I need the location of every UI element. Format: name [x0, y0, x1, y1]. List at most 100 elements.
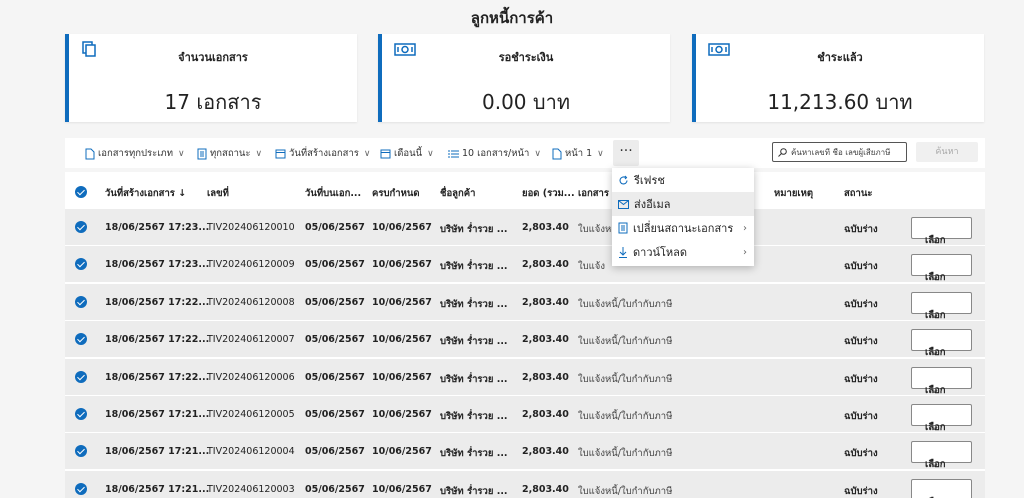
due-date-cell: 10/06/2567	[372, 409, 432, 420]
chevron-down-icon: ∨	[255, 148, 263, 159]
row-checkbox[interactable]	[75, 295, 87, 308]
number-cell: TIV202406120003	[207, 483, 295, 495]
column-header-number[interactable]: เลขที่	[207, 186, 229, 201]
column-header-issue-date[interactable]: วันที่บนเอก...	[305, 186, 361, 201]
status-cell: ฉบับร่าง	[844, 224, 878, 235]
row-checkbox[interactable]	[75, 482, 87, 495]
menu-item-label: รีเฟรช	[634, 174, 665, 187]
amount-cell: 2,803.40	[522, 483, 569, 495]
chevron-down-icon: ∨	[363, 148, 371, 159]
due-date-cell: 10/06/2567	[372, 222, 432, 233]
column-header-note[interactable]: หมายเหตุ	[774, 186, 813, 201]
card-label: จำนวนเอกสาร	[178, 51, 248, 64]
select-action-button[interactable]: เลือก∨	[911, 366, 972, 396]
chevron-down-icon: ∨	[534, 148, 541, 159]
page-title: ลูกหนี้การค้า	[470, 9, 554, 27]
summary-card-paid: ชำระแล้ว 11,213.60 บาท	[692, 34, 984, 122]
column-header-doc[interactable]: เอกสาร	[578, 186, 609, 201]
date-field-label: วันที่สร้างเอกสาร	[289, 148, 359, 159]
select-action-button[interactable]: เลือก∨	[911, 217, 972, 246]
more-options-button[interactable]: ···	[613, 140, 639, 166]
table-row[interactable]: 18/06/2567 17:22... TIV202406120007 05/06/…	[65, 320, 985, 358]
table-row[interactable]: 18/06/2567 17:22... TIV202406120006 05/06/…	[65, 357, 985, 396]
menu-item-download[interactable]: ดาวน์โหลด ›	[612, 240, 754, 264]
number-cell: TIV202406120006	[207, 371, 295, 383]
amount-cell: 2,803.40	[522, 296, 569, 308]
created-cell: 18/06/2567 17:23...	[105, 222, 210, 233]
amount-cell: 2,803.40	[522, 409, 569, 420]
calendar-icon	[380, 149, 391, 159]
list-icon	[448, 150, 459, 157]
column-header-created[interactable]: วันที่สร้างเอกสาร ↓	[105, 186, 186, 201]
document-icon	[552, 148, 562, 159]
created-cell: 18/06/2567 17:22...	[105, 296, 210, 308]
row-checkbox[interactable]	[75, 370, 87, 383]
select-action-button[interactable]: เลือก∨	[911, 291, 972, 321]
row-checkbox[interactable]	[75, 221, 87, 233]
select-action-button[interactable]: เลือก∨	[911, 441, 972, 470]
created-cell: 18/06/2567 17:23...	[105, 259, 210, 271]
customer-cell: บริษัท ร่ำรวย ...	[440, 298, 508, 310]
column-header-customer[interactable]: ชื่อลูกค้า	[440, 186, 475, 201]
amount-cell: 2,803.40	[522, 259, 569, 271]
status-label: ทุกสถานะ	[210, 148, 251, 159]
menu-item-label: ส่งอีเมล	[634, 198, 671, 211]
table-row[interactable]: 18/06/2567 17:21... TIV202406120004 05/06/…	[65, 432, 985, 470]
column-header-amount[interactable]: ยอด (รวม...	[522, 186, 575, 201]
select-action-button[interactable]: เลือก∨	[911, 404, 972, 433]
due-date-cell: 10/06/2567	[372, 259, 432, 271]
issue-date-cell: 05/06/2567	[305, 334, 365, 346]
customer-cell: บริษัท ร่ำรวย ...	[440, 411, 508, 422]
select-all-checkbox[interactable]	[75, 186, 87, 198]
status-cell: ฉบับร่าง	[844, 261, 878, 273]
period-filter[interactable]: เดือนนี้ ∨	[380, 146, 434, 161]
document-type-cell: ใบแจ้งหนี้/ใบกำกับภาษี	[578, 336, 673, 348]
table-row[interactable]: 18/06/2567 17:21... TIV202406120003 05/06/…	[65, 469, 985, 498]
table-row[interactable]: 18/06/2567 17:23... TIV202406120010 05/06/…	[65, 208, 985, 246]
search-button[interactable]: ค้นหา	[916, 142, 978, 162]
issue-date-cell: 05/06/2567	[305, 409, 365, 420]
document-type-cell: ใบแจ้งหนี้/ใบกำกับภาษี	[578, 485, 673, 497]
customer-cell: บริษัท ร่ำรวย ...	[440, 261, 508, 273]
column-header-due[interactable]: ครบกำหนด	[372, 186, 420, 201]
table-row[interactable]: 18/06/2567 17:21... TIV202406120005 05/06/…	[65, 395, 985, 433]
row-checkbox[interactable]	[75, 445, 87, 458]
refresh-icon	[619, 175, 628, 184]
doc-type-filter[interactable]: เอกสารทุกประเภท ∨	[85, 146, 185, 161]
menu-item-change-status[interactable]: เปลี่ยนสถานะเอกสาร ›	[612, 216, 754, 240]
table-row[interactable]: 18/06/2567 17:23... TIV202406120009 05/06/…	[65, 245, 985, 283]
page-selector[interactable]: หน้า 1 ∨	[552, 146, 604, 161]
status-cell: ฉบับร่าง	[844, 298, 878, 310]
select-action-button[interactable]: เลือก∨	[911, 254, 972, 283]
number-cell: TIV202406120007	[207, 334, 295, 346]
calendar-icon	[275, 149, 286, 159]
row-checkbox[interactable]	[75, 258, 87, 271]
column-header-status[interactable]: สถานะ	[844, 186, 872, 201]
table-row[interactable]: 18/06/2567 17:22... TIV202406120008 05/06/…	[65, 282, 985, 321]
menu-item-send-email[interactable]: ส่งอีเมล	[612, 192, 754, 216]
customer-cell: บริษัท ร่ำรวย ...	[440, 373, 508, 385]
row-checkbox[interactable]	[75, 333, 87, 346]
card-value: 17 เอกสาร	[164, 90, 262, 114]
search-box[interactable]	[772, 142, 907, 162]
list-document-icon	[197, 148, 207, 159]
menu-item-label: ดาวน์โหลด	[633, 246, 688, 259]
page-size-filter[interactable]: 10 เอกสาร/หน้า ∨	[448, 146, 541, 161]
select-action-button[interactable]: เลือก∨	[911, 478, 972, 498]
due-date-cell: 10/06/2567	[372, 483, 432, 495]
created-cell: 18/06/2567 17:21...	[105, 409, 210, 420]
doc-type-label: เอกสารทุกประเภท	[98, 148, 173, 159]
number-cell: TIV202406120009	[207, 259, 295, 271]
date-field-filter[interactable]: วันที่สร้างเอกสาร ∨	[275, 146, 371, 161]
select-action-button[interactable]: เลือก∨	[911, 329, 972, 358]
menu-item-refresh[interactable]: รีเฟรช	[612, 168, 754, 192]
created-cell: 18/06/2567 17:21...	[105, 446, 210, 458]
issue-date-cell: 05/06/2567	[305, 296, 365, 308]
customer-cell: บริษัท ร่ำรวย ...	[440, 224, 508, 235]
menu-item-label: เปลี่ยนสถานะเอกสาร	[633, 222, 734, 235]
search-input[interactable]	[791, 147, 901, 157]
status-filter[interactable]: ทุกสถานะ ∨	[197, 146, 262, 161]
row-checkbox[interactable]	[75, 408, 87, 420]
document-status-icon	[618, 222, 628, 234]
created-cell: 18/06/2567 17:22...	[105, 334, 210, 346]
